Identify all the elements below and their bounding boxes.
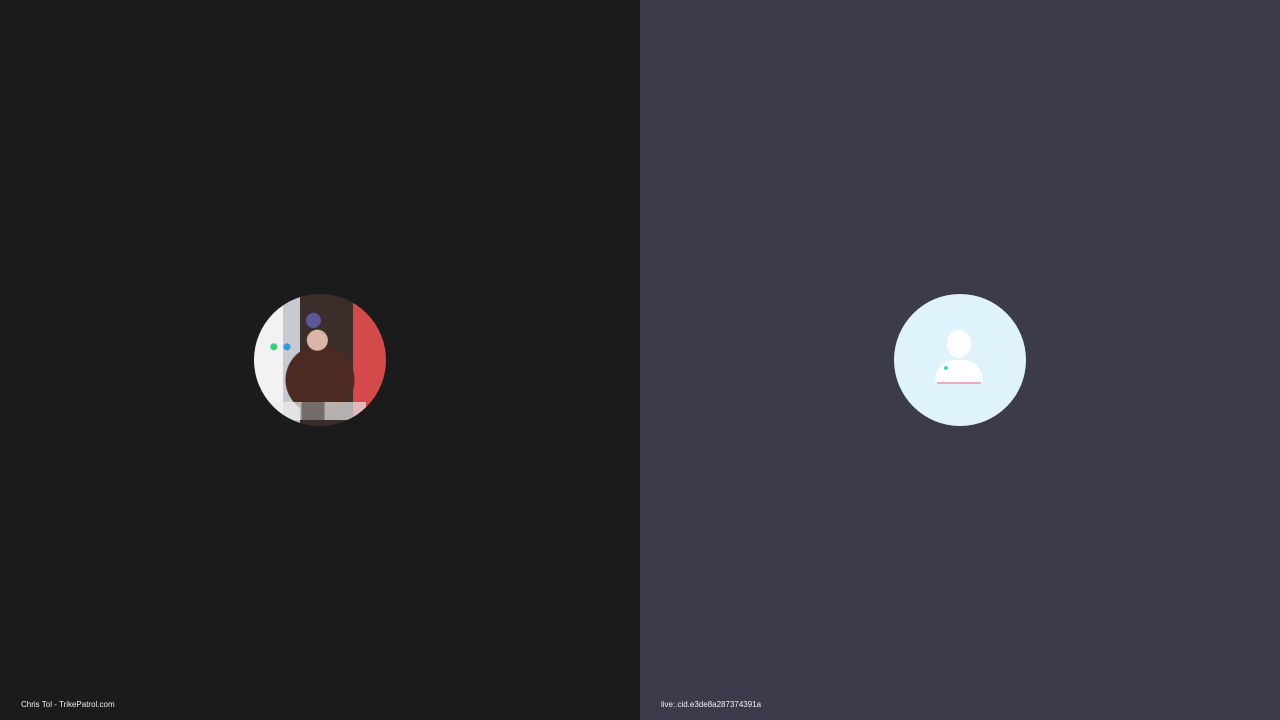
user-underline <box>937 382 981 384</box>
participant-tile-1[interactable]: Chris Tol - TrikePatrol.com <box>0 0 640 720</box>
participant-name-label: live:.cid.e3de8a287374391a <box>661 700 762 709</box>
user-head-shape <box>947 330 971 358</box>
default-user-icon <box>894 294 1026 426</box>
user-body-shape <box>935 360 983 384</box>
participant-name-label: Chris Tol - TrikePatrol.com <box>21 700 115 709</box>
participant-tile-2[interactable]: live:.cid.e3de8a287374391a <box>640 0 1280 720</box>
participant-avatar-photo <box>254 294 386 426</box>
call-stage: Chris Tol - TrikePatrol.com live:.cid.e3… <box>0 0 1280 720</box>
user-status-dot <box>944 366 948 370</box>
